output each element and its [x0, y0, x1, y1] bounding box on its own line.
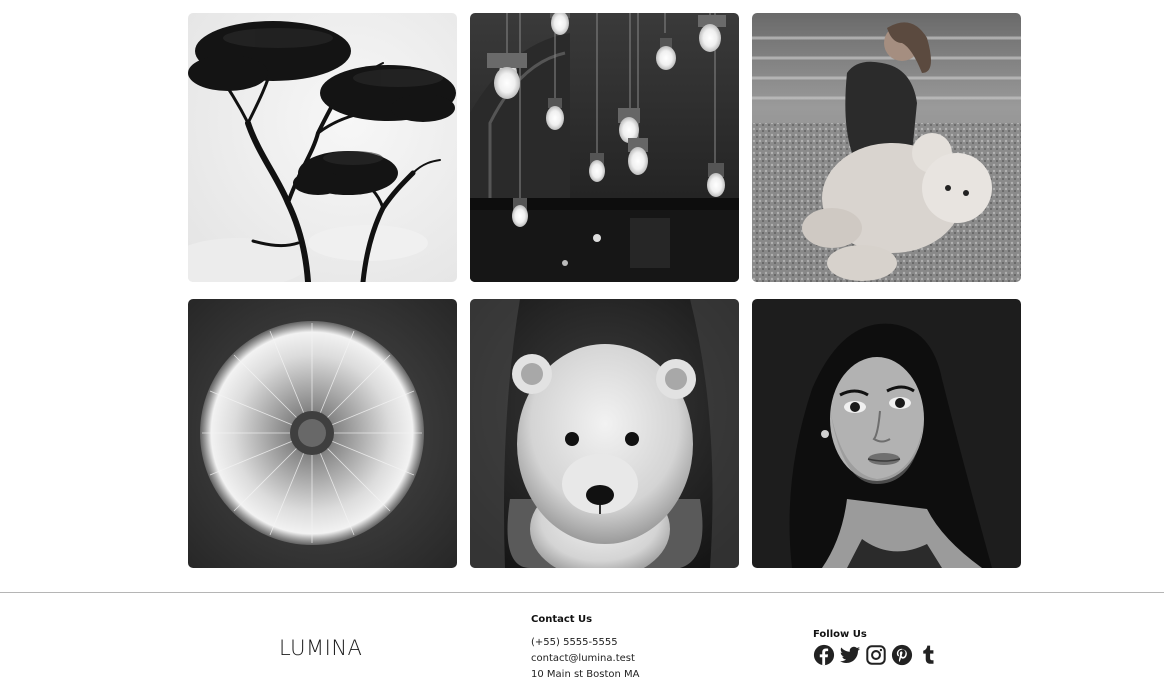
footer-logo[interactable]: LUMINA [279, 636, 362, 660]
gallery-image-polar-bear[interactable] [470, 299, 739, 568]
portrait-image [752, 299, 1021, 568]
contact-email[interactable]: contact@lumina.test [531, 651, 639, 667]
gallery-image-light-bulbs[interactable] [470, 13, 739, 282]
gallery-image-girl-teddy[interactable] [752, 13, 1021, 282]
follow-heading: Follow Us [813, 629, 867, 640]
tumblr-link[interactable] [917, 644, 939, 666]
gallery-image-portrait[interactable] [752, 299, 1021, 568]
facebook-icon [813, 644, 835, 666]
social-links [813, 644, 939, 666]
instagram-link[interactable] [865, 644, 887, 666]
contact-address: 10 Main st Boston MA [531, 669, 640, 680]
contact-heading: Contact Us [531, 614, 593, 625]
instagram-icon [866, 645, 886, 665]
light-bulbs-image [470, 13, 739, 282]
follow-section: Follow Us [813, 629, 939, 666]
pinterest-link[interactable] [891, 644, 913, 666]
gallery-image-tree[interactable] [188, 13, 457, 282]
facebook-link[interactable] [813, 644, 835, 666]
contact-section: Contact Us (+55) 5555-5555 contact@lumin… [531, 614, 639, 683]
logo-text: LUMINA [279, 636, 363, 660]
dandelion-image [188, 299, 457, 568]
polar-bear-image [470, 299, 739, 568]
girl-teddy-image [752, 13, 1021, 282]
twitter-link[interactable] [839, 644, 861, 666]
pinterest-icon [891, 644, 913, 666]
tumblr-icon [923, 645, 934, 664]
twitter-icon [839, 646, 861, 663]
footer-divider [0, 592, 1164, 593]
gallery-image-dandelion[interactable] [188, 299, 457, 568]
tree-image [188, 13, 457, 282]
photo-gallery [188, 13, 1021, 568]
contact-phone[interactable]: (+55) 5555-5555 [531, 635, 639, 651]
